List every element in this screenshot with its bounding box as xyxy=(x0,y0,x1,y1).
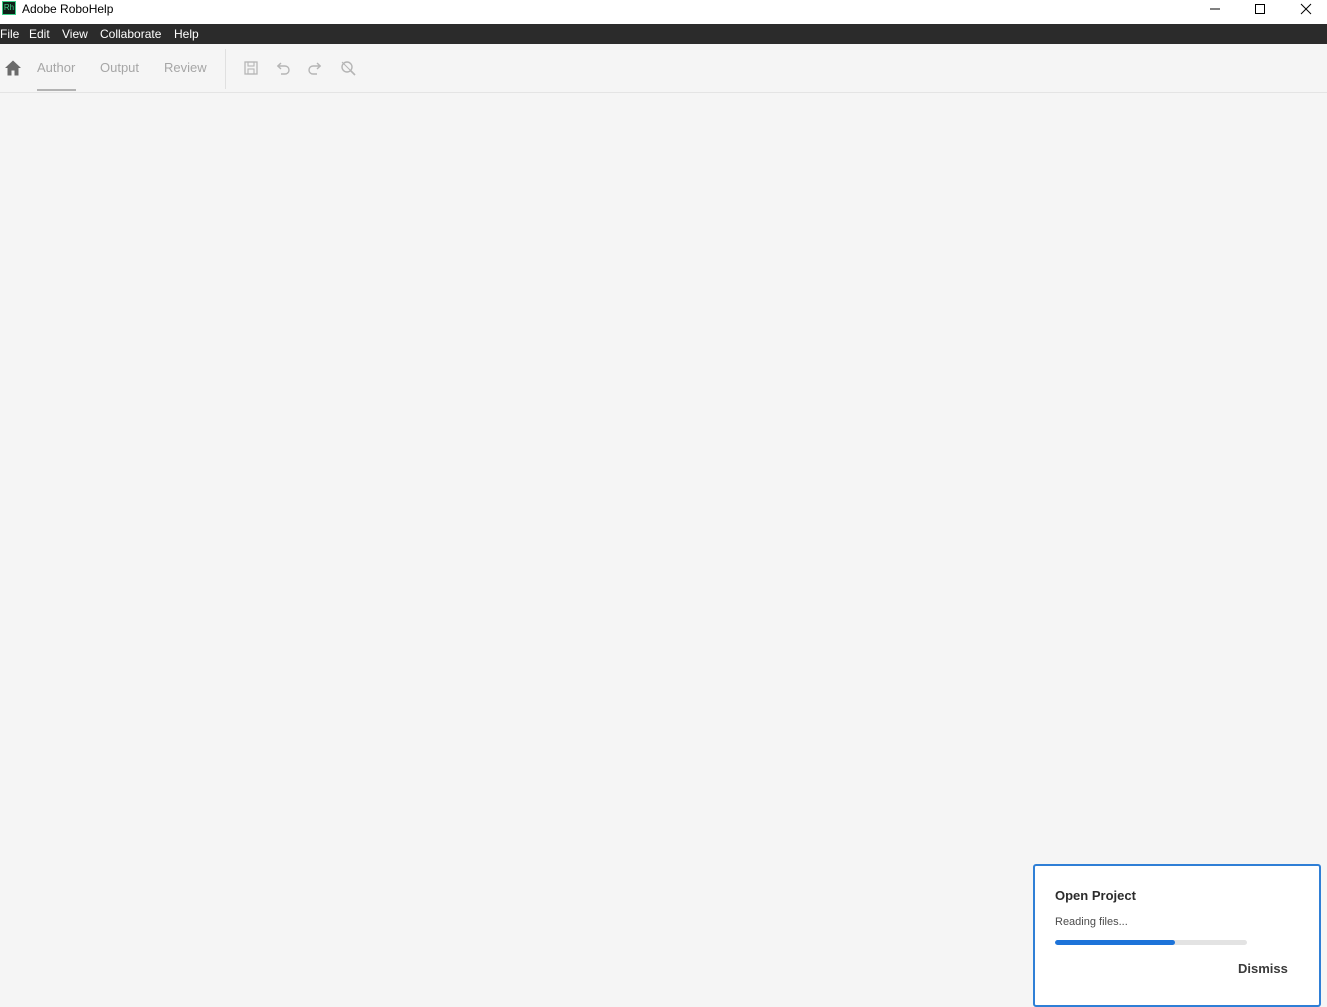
menu-file[interactable]: File xyxy=(0,24,19,44)
menu-help[interactable]: Help xyxy=(174,24,199,44)
tab-author[interactable]: Author xyxy=(37,60,75,76)
main-toolbar: Author Output Review xyxy=(0,44,1327,93)
dismiss-button[interactable]: Dismiss xyxy=(1238,961,1288,976)
preview-search-icon xyxy=(341,61,356,76)
active-tab-indicator xyxy=(37,89,76,91)
preview-button[interactable] xyxy=(339,59,357,77)
maximize-button[interactable] xyxy=(1237,0,1283,20)
redo-icon xyxy=(308,62,322,75)
home-icon xyxy=(5,60,21,76)
progress-bar-fill xyxy=(1055,940,1175,945)
title-bar: Rh Adobe RoboHelp xyxy=(0,0,1327,24)
minimize-button[interactable] xyxy=(1192,0,1238,20)
menu-view[interactable]: View xyxy=(62,24,88,44)
maximize-icon xyxy=(1255,4,1265,14)
menu-edit[interactable]: Edit xyxy=(29,24,50,44)
open-project-toast: Open Project Reading files... Dismiss xyxy=(1033,864,1321,1007)
menu-collaborate[interactable]: Collaborate xyxy=(100,24,161,44)
toolbar-divider xyxy=(225,49,226,89)
save-icon xyxy=(244,61,258,75)
close-icon xyxy=(1300,3,1312,15)
toast-title: Open Project xyxy=(1055,888,1136,903)
minimize-icon xyxy=(1210,8,1220,10)
menu-bar: File Edit View Collaborate Help xyxy=(0,24,1327,44)
tab-output[interactable]: Output xyxy=(100,60,139,76)
undo-button[interactable] xyxy=(274,59,292,77)
robohelp-logo-icon: Rh xyxy=(2,1,16,15)
redo-button[interactable] xyxy=(306,59,324,77)
home-button[interactable] xyxy=(4,59,22,77)
tab-review[interactable]: Review xyxy=(164,60,207,76)
toast-status-text: Reading files... xyxy=(1055,916,1128,928)
progress-bar xyxy=(1055,940,1247,945)
undo-icon xyxy=(276,62,290,75)
close-button[interactable] xyxy=(1283,0,1327,20)
save-button[interactable] xyxy=(242,59,260,77)
window-title: Adobe RoboHelp xyxy=(22,2,114,16)
